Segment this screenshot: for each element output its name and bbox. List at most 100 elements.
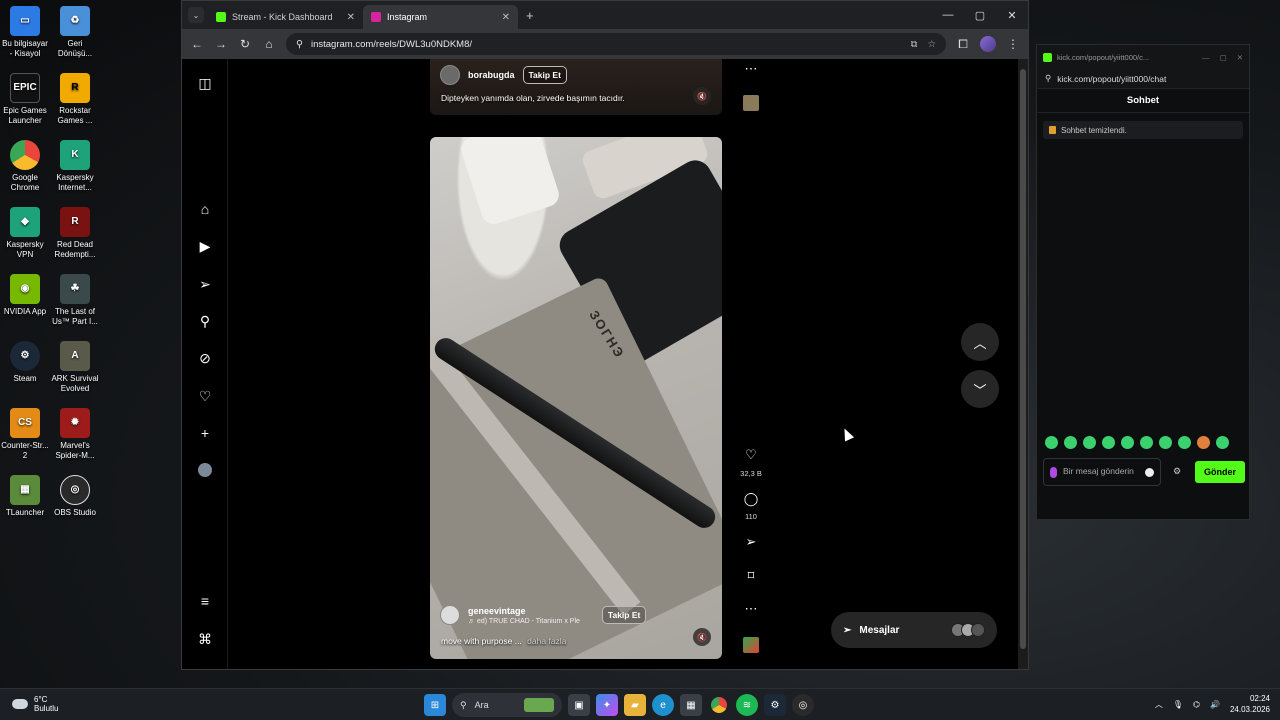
site-info-icon[interactable]: ⚲ bbox=[1045, 73, 1051, 84]
steam-taskbar-icon[interactable]: ⚙ bbox=[764, 694, 786, 716]
spotify-icon[interactable]: ≋ bbox=[736, 694, 758, 716]
more-options-icon[interactable]: ⋯ bbox=[740, 61, 762, 77]
chevron-up-icon[interactable]: ︿ bbox=[1155, 699, 1163, 710]
maximize-icon[interactable]: ▢ bbox=[1220, 53, 1227, 62]
page-scrollbar[interactable] bbox=[1018, 59, 1028, 669]
close-window-icon[interactable]: ✕ bbox=[996, 9, 1028, 22]
audio-thumb[interactable] bbox=[740, 637, 762, 656]
desktop-icon-epic-games[interactable]: EPIC Epic Games Launcher bbox=[0, 73, 50, 126]
follow-button[interactable]: Takip Et bbox=[522, 66, 567, 84]
desktop-icon-ark[interactable]: A ARK Survival Evolved bbox=[50, 341, 100, 394]
audio-track[interactable]: ♬ ed) TRUE CHAD - Titanium x Ple bbox=[468, 618, 580, 625]
more-options-icon[interactable]: ⋯ bbox=[740, 601, 762, 617]
forward-icon[interactable]: → bbox=[214, 37, 228, 51]
volume-icon[interactable]: 🔊 bbox=[1210, 700, 1220, 709]
network-icon[interactable]: ⌬ bbox=[1193, 700, 1200, 709]
emote-icon[interactable] bbox=[1045, 436, 1058, 449]
comment-icon[interactable]: ◯ bbox=[740, 491, 762, 507]
minimize-icon[interactable]: — bbox=[1202, 53, 1210, 62]
emote-icon[interactable] bbox=[1083, 436, 1096, 449]
extensions-icon[interactable]: ⧠ bbox=[956, 37, 970, 52]
emote-icon[interactable] bbox=[1102, 436, 1115, 449]
previous-reel[interactable]: borabugda Takip Et Dipteyken yanımda ola… bbox=[430, 59, 722, 115]
emote-icon[interactable] bbox=[1159, 436, 1172, 449]
task-view-icon[interactable]: ▣ bbox=[568, 694, 590, 716]
address-bar[interactable]: ⚲ instagram.com/reels/DWL3u0NDKM8/ ⧉ ☆ bbox=[286, 33, 946, 55]
start-windows-icon[interactable]: ⊞ bbox=[424, 694, 446, 716]
desktop-icon-obs[interactable]: ◎ OBS Studio bbox=[50, 475, 100, 518]
desktop-icon-this-pc[interactable]: ▭ Bu bilgisayar - Kisayol bbox=[0, 6, 50, 59]
profile-nav-avatar[interactable] bbox=[196, 461, 214, 479]
emoji-picker-icon[interactable] bbox=[1145, 467, 1154, 477]
emote-icon[interactable] bbox=[1121, 436, 1134, 449]
edge-icon[interactable]: e bbox=[652, 694, 674, 716]
desktop-icon-cs2[interactable]: CS Counter-Str... 2 bbox=[0, 408, 50, 461]
avatar[interactable] bbox=[440, 605, 460, 625]
file-explorer-icon[interactable]: ▰ bbox=[624, 694, 646, 716]
search-nav-icon[interactable]: ⚲ bbox=[196, 312, 214, 330]
tab-kick-dashboard[interactable]: Stream - Kick Dashboard ✕ bbox=[208, 5, 363, 29]
tab-search-button[interactable]: ⌄ bbox=[188, 7, 204, 23]
chat-input[interactable]: Bir mesaj gönderin bbox=[1043, 458, 1161, 486]
home-nav-icon[interactable]: ⌂ bbox=[196, 200, 214, 218]
maximize-icon[interactable]: ▢ bbox=[964, 9, 996, 22]
notifications-heart-icon[interactable]: ♡ bbox=[196, 387, 214, 405]
store-icon[interactable]: ▦ bbox=[680, 694, 702, 716]
site-info-icon[interactable]: ⚲ bbox=[296, 39, 303, 50]
microphone-tray-icon[interactable]: 🎙 bbox=[1173, 700, 1183, 709]
weather-widget[interactable]: 6°C Bulutlu bbox=[12, 695, 58, 713]
microphone-icon[interactable] bbox=[1050, 466, 1057, 478]
desktop-icon-tlou[interactable]: ☘ The Last of Us™ Part I... bbox=[50, 274, 100, 327]
chat-settings-gear-icon[interactable]: ⚙ bbox=[1173, 466, 1183, 476]
desktop-icon-spiderman[interactable]: ✹ Marvel's Spider-M... bbox=[50, 408, 100, 461]
cast-icon[interactable]: ⧉ bbox=[911, 39, 918, 50]
create-plus-icon[interactable]: + bbox=[196, 424, 214, 442]
audio-thumb[interactable] bbox=[740, 95, 762, 114]
emote-icon[interactable] bbox=[1216, 436, 1229, 449]
desktop-icon-steam[interactable]: ⚙ Steam bbox=[0, 341, 50, 384]
emote-icon[interactable] bbox=[1064, 436, 1077, 449]
desktop-icon-recycle-bin[interactable]: ♻ Geri Dönüşü... bbox=[50, 6, 100, 59]
minimize-icon[interactable]: — bbox=[932, 9, 964, 22]
more-link[interactable]: daha fazla bbox=[527, 636, 566, 646]
desktop-icon-kaspersky-vpn[interactable]: ◆ Kaspersky VPN bbox=[0, 207, 50, 260]
close-window-icon[interactable]: ✕ bbox=[1237, 53, 1243, 62]
instagram-logo-icon[interactable]: ◫ bbox=[196, 74, 214, 92]
send-button[interactable]: Gönder bbox=[1195, 461, 1245, 483]
reel-video[interactable]: ЗОГНЭ geneevintage ♬ ed) TRUE CHAD - Tit… bbox=[430, 137, 722, 659]
close-tab-icon[interactable]: ✕ bbox=[502, 12, 510, 23]
obs-taskbar-icon[interactable]: ◎ bbox=[792, 694, 814, 716]
emote-icon[interactable] bbox=[1140, 436, 1153, 449]
home-icon[interactable]: ⌂ bbox=[262, 37, 276, 51]
kick-url-bar[interactable]: ⚲ kick.com/popout/yiitt000/chat bbox=[1037, 69, 1249, 89]
tab-instagram[interactable]: Instagram ✕ bbox=[363, 5, 518, 29]
threads-icon[interactable]: ⌘ bbox=[196, 630, 214, 648]
desktop-icon-tlauncher[interactable]: ▦ TLauncher bbox=[0, 475, 50, 518]
follow-button[interactable]: Takip Et bbox=[601, 606, 647, 624]
next-reel-button[interactable]: ﹀ bbox=[961, 370, 999, 408]
chrome-taskbar-icon[interactable] bbox=[708, 694, 730, 716]
share-icon[interactable]: ➢ bbox=[740, 534, 762, 550]
emote-icon[interactable] bbox=[1197, 436, 1210, 449]
back-icon[interactable]: ← bbox=[190, 37, 204, 51]
more-menu-icon[interactable]: ≡ bbox=[196, 592, 214, 610]
copilot-icon[interactable]: ✦ bbox=[596, 694, 618, 716]
clock[interactable]: 02:24 24.03.2026 bbox=[1230, 693, 1270, 715]
avatar[interactable] bbox=[440, 65, 460, 85]
desktop-icon-chrome[interactable]: Google Chrome bbox=[0, 140, 50, 193]
desktop-icon-rockstar[interactable]: R Rockstar Games ... bbox=[50, 73, 100, 126]
messages-nav-icon[interactable]: ➢ bbox=[196, 275, 214, 293]
mute-icon[interactable]: 🔇 bbox=[693, 87, 711, 105]
reload-icon[interactable]: ↻ bbox=[238, 37, 252, 51]
reels-nav-icon[interactable]: ▶ bbox=[196, 237, 214, 255]
bookmark-star-icon[interactable]: ☆ bbox=[927, 39, 936, 50]
save-bookmark-icon[interactable]: ⌑ bbox=[740, 568, 762, 584]
desktop-icon-rdr[interactable]: R Red Dead Redempti... bbox=[50, 207, 100, 260]
like-heart-icon[interactable]: ♡ bbox=[740, 447, 762, 463]
emote-icon[interactable] bbox=[1178, 436, 1191, 449]
explore-nav-icon[interactable]: ⊘ bbox=[196, 349, 214, 367]
desktop-icon-kaspersky-internet[interactable]: K Kaspersky Internet... bbox=[50, 140, 100, 193]
mute-icon[interactable]: 🔇 bbox=[693, 628, 711, 646]
new-tab-button[interactable]: + bbox=[526, 8, 534, 23]
close-tab-icon[interactable]: ✕ bbox=[347, 12, 355, 23]
